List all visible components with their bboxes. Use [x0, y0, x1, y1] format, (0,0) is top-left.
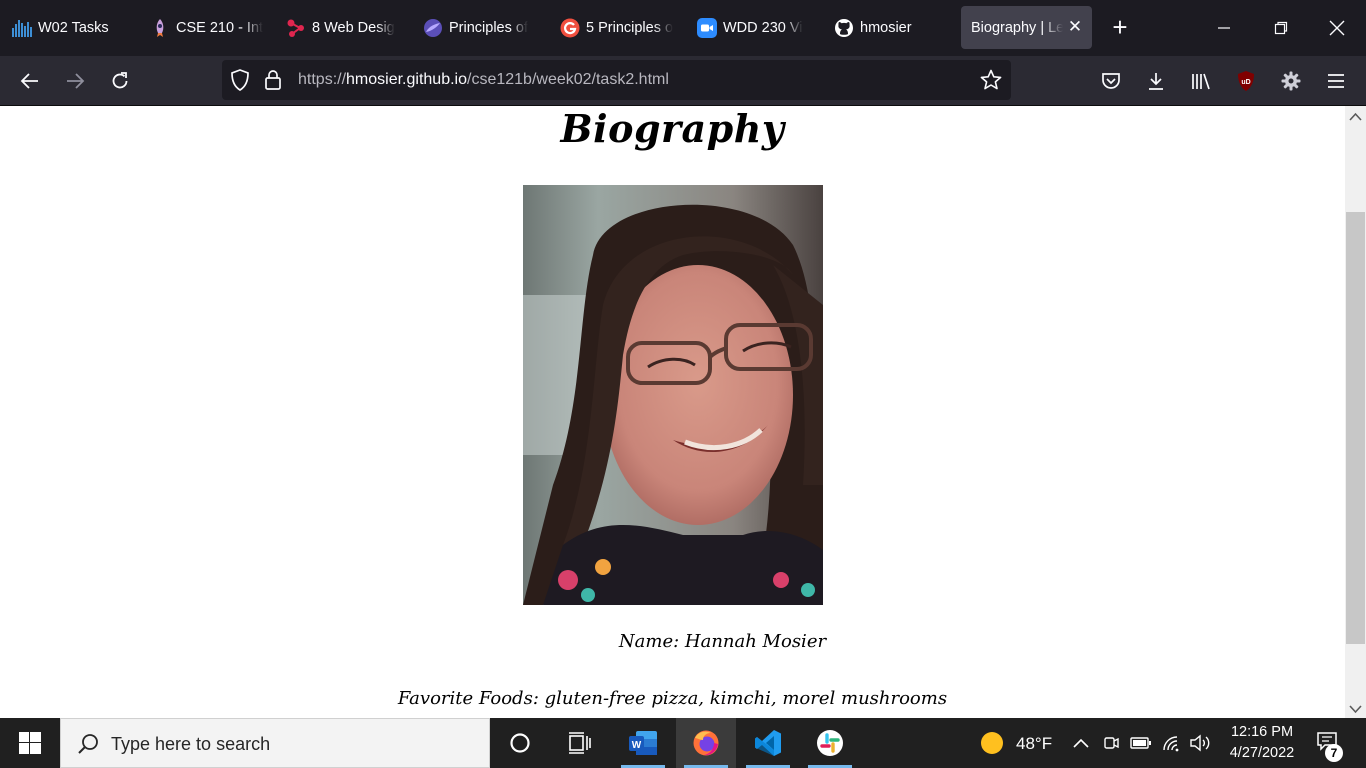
tab-biography-active[interactable]: Biography | Le ✕: [961, 6, 1092, 49]
battery-icon[interactable]: [1130, 732, 1152, 754]
weather-sun-icon[interactable]: [980, 731, 1004, 755]
forward-button[interactable]: [61, 67, 89, 95]
system-clock[interactable]: 12:16 PM 4/27/2022: [1220, 722, 1304, 764]
library-button[interactable]: [1187, 67, 1215, 95]
word-icon: W: [629, 731, 657, 755]
browser-tab-strip: W02 Tasks CSE 210 - Int 8 Web Desig Prin…: [0, 0, 1366, 56]
tab-label: CSE 210 - Int: [176, 19, 264, 36]
clock-date: 4/27/2022: [1229, 745, 1295, 761]
scroll-thumb[interactable]: [1346, 212, 1365, 644]
bar-chart-icon: [12, 18, 32, 38]
new-tab-button[interactable]: +: [1108, 14, 1132, 42]
camera-meeting-icon[interactable]: [1100, 732, 1122, 754]
windows-logo-icon: [19, 732, 41, 754]
ublock-origin-icon[interactable]: uD: [1232, 67, 1260, 95]
pocket-button[interactable]: [1097, 67, 1125, 95]
bio-name: Name: Hannah Mosier: [618, 631, 827, 652]
wifi-icon[interactable]: [1160, 732, 1182, 754]
navigation-toolbar: https://hmosier.github.io/cse121b/week02…: [0, 56, 1366, 106]
start-button[interactable]: [0, 718, 60, 768]
bio-favorite-foods: Favorite Foods: gluten-free pizza, kimch…: [397, 688, 948, 709]
page-scrollbar[interactable]: [1345, 106, 1366, 718]
rocket-icon: [150, 18, 170, 38]
tab-label: hmosier: [860, 19, 912, 36]
cortana-icon: [510, 733, 530, 753]
url-host: hmosier.github.io: [346, 71, 467, 88]
shield-icon[interactable]: [230, 69, 250, 96]
taskbar-search-box[interactable]: Type here to search: [60, 718, 490, 768]
firefox-app[interactable]: [676, 718, 736, 768]
swirl-icon: [423, 18, 443, 38]
url-path: /cse121b/week02/task2.html: [467, 71, 669, 88]
cortana-button[interactable]: [490, 718, 550, 768]
minimize-button[interactable]: [1210, 14, 1238, 42]
profile-photo: [523, 185, 823, 605]
reload-button[interactable]: [106, 67, 134, 95]
word-app[interactable]: W: [613, 718, 673, 768]
slack-app[interactable]: [800, 718, 860, 768]
weather-temperature[interactable]: 48°F: [1016, 734, 1052, 754]
svg-text:W: W: [632, 740, 642, 751]
web-page-content: Biography Name: Hannah Mosier Favorite F…: [0, 106, 1345, 718]
zoom-icon: [697, 17, 717, 38]
scroll-up-arrow-icon[interactable]: [1349, 110, 1362, 122]
task-view-button[interactable]: [550, 718, 610, 768]
volume-icon[interactable]: [1189, 732, 1211, 754]
vscode-icon: [755, 730, 781, 756]
search-icon: [77, 733, 99, 760]
firefox-icon: [693, 730, 719, 756]
url-text[interactable]: https://hmosier.github.io/cse121b/week02…: [298, 71, 669, 89]
tab-web-design[interactable]: 8 Web Desig: [286, 6, 406, 49]
close-tab-icon[interactable]: ✕: [1066, 18, 1084, 36]
lock-icon[interactable]: [264, 69, 282, 96]
close-window-button[interactable]: [1323, 14, 1351, 42]
downloads-button[interactable]: [1142, 67, 1170, 95]
tab-label: W02 Tasks: [38, 19, 109, 36]
tab-label: 5 Principles o: [586, 19, 674, 36]
page-title: Biography: [560, 106, 785, 151]
tab-label: Biography | Le: [971, 19, 1063, 36]
task-view-icon: [569, 732, 591, 754]
tab-wdd-230[interactable]: WDD 230 Vi: [697, 6, 817, 49]
tab-hmosier-github[interactable]: hmosier: [834, 6, 954, 49]
vscode-app[interactable]: [738, 718, 798, 768]
slack-icon: [817, 730, 843, 756]
show-hidden-icons-chevron-icon[interactable]: [1070, 732, 1092, 754]
search-placeholder: Type here to search: [111, 734, 271, 754]
tab-5-principles[interactable]: 5 Principles o: [560, 6, 680, 49]
svg-text:uD: uD: [1241, 79, 1250, 86]
gear-icon[interactable]: [1277, 67, 1305, 95]
tab-principles-of[interactable]: Principles of: [423, 6, 543, 49]
clock-time: 12:16 PM: [1230, 724, 1294, 740]
g-icon: [560, 18, 580, 38]
back-button[interactable]: [16, 67, 44, 95]
share-icon: [286, 18, 306, 38]
restore-button[interactable]: [1267, 14, 1295, 42]
url-scheme: https://: [298, 71, 347, 88]
tab-cse-210[interactable]: CSE 210 - Int: [150, 6, 270, 49]
tab-label: 8 Web Desig: [312, 19, 395, 36]
windows-taskbar: Type here to search W 48°F 12:16 PM 4/27…: [0, 718, 1366, 768]
tab-w02-tasks[interactable]: W02 Tasks: [12, 6, 132, 49]
tab-label: Principles of: [449, 19, 528, 36]
github-icon: [834, 18, 854, 38]
url-bar[interactable]: https://hmosier.github.io/cse121b/week02…: [222, 60, 1011, 100]
notification-count-badge: 7: [1325, 744, 1343, 762]
scroll-down-arrow-icon[interactable]: [1349, 702, 1362, 714]
bookmark-star-icon[interactable]: [980, 69, 1002, 96]
tab-label: WDD 230 Vi: [723, 19, 803, 36]
hamburger-menu-icon[interactable]: [1322, 67, 1350, 95]
